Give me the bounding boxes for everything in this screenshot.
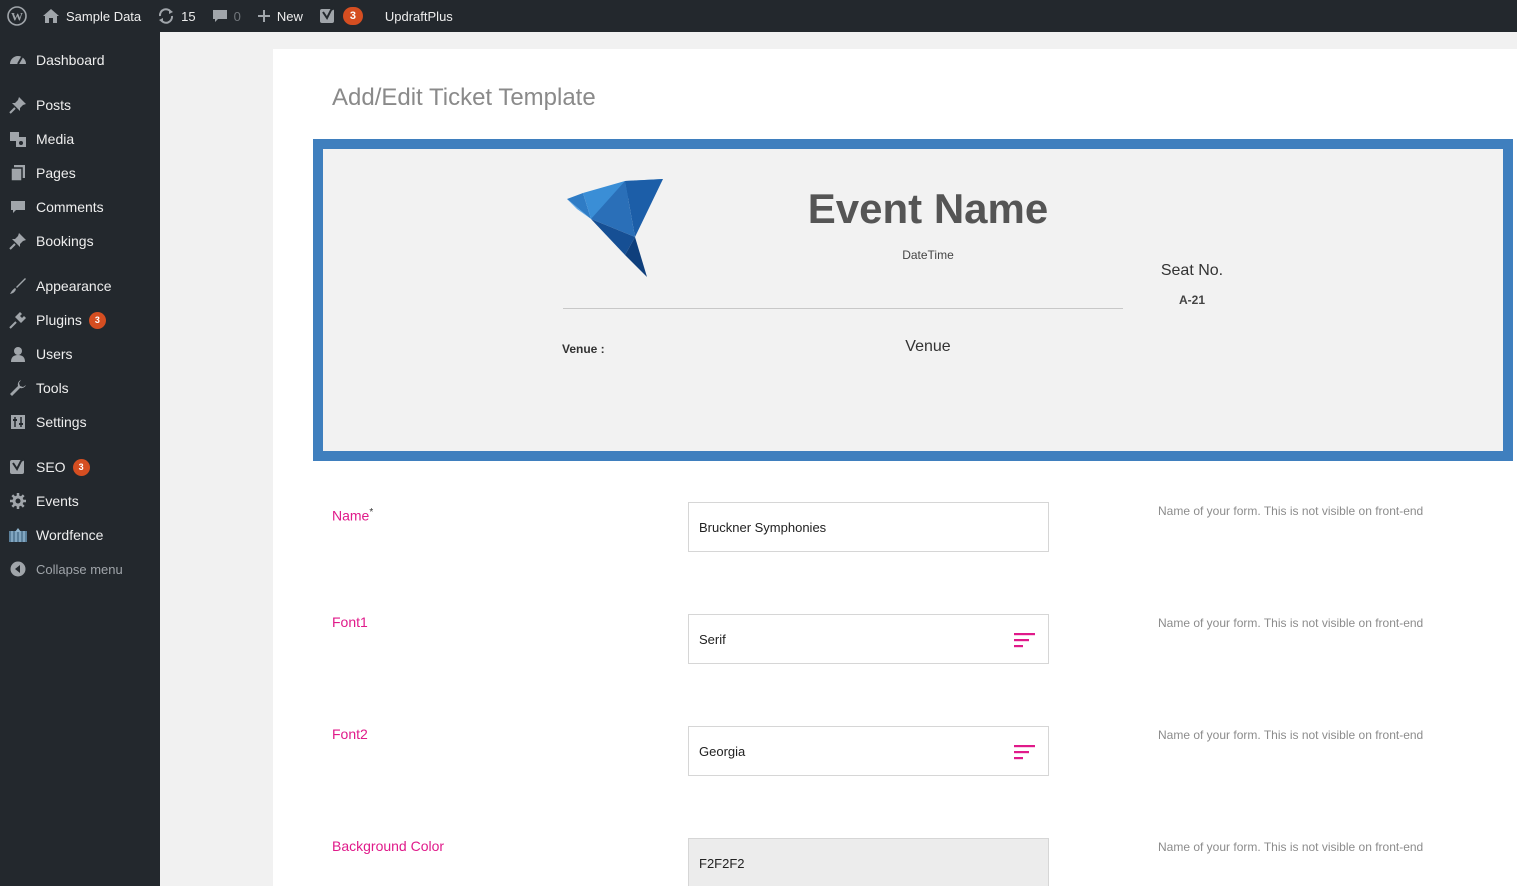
media-icon: [0, 130, 36, 148]
ticket-preview: Event Name DateTime Venue : Venue Seat N…: [313, 139, 1513, 461]
bg-color-help-text: Name of your form. This is not visible o…: [1158, 840, 1424, 854]
wordfence-icon: [0, 528, 36, 542]
new-content-link[interactable]: New: [249, 0, 311, 32]
page-title: Add/Edit Ticket Template: [332, 84, 596, 111]
pin-icon: [0, 96, 36, 114]
sidebar-item-label: Wordfence: [36, 527, 104, 543]
sidebar-item-dashboard[interactable]: Dashboard: [0, 43, 160, 77]
plugins-update-badge: 3: [88, 311, 106, 329]
sidebar-item-seo[interactable]: SEO 3: [0, 450, 160, 484]
name-input[interactable]: [688, 502, 1049, 552]
sidebar-item-label: Media: [36, 131, 75, 147]
comments-link[interactable]: 0: [204, 0, 249, 32]
name-field-label: Name*: [332, 507, 373, 524]
seo-menu-link[interactable]: 3: [311, 0, 371, 32]
sidebar-item-plugins[interactable]: Plugins 3: [0, 303, 160, 337]
ticket-event-name: Event Name: [807, 185, 1049, 232]
wordpress-logo-icon[interactable]: W: [0, 0, 34, 32]
origami-bird-logo: [565, 179, 665, 279]
gear-icon: [0, 492, 36, 510]
sidebar-item-users[interactable]: Users: [0, 337, 160, 371]
ticket-divider: [563, 308, 1123, 309]
ticket-seat-label: Seat No.: [1160, 262, 1224, 279]
brush-icon: [0, 277, 36, 295]
sidebar-item-label: Settings: [36, 414, 87, 430]
ticket-datetime: DateTime: [902, 248, 954, 262]
comment-icon: [212, 8, 228, 24]
comment-icon: [0, 199, 36, 215]
sidebar-item-label: SEO: [36, 459, 66, 475]
updates-icon: [157, 7, 175, 25]
collapse-menu-button[interactable]: Collapse menu: [0, 552, 160, 586]
sidebar-item-label: Pages: [36, 165, 76, 181]
font1-help-text: Name of your form. This is not visible o…: [1158, 616, 1424, 630]
svg-text:W: W: [11, 10, 23, 24]
name-label-text: Name: [332, 507, 370, 524]
font2-select[interactable]: Georgia: [688, 726, 1049, 776]
settings-icon: [0, 414, 36, 430]
name-help-text: Name of your form. This is not visible o…: [1158, 504, 1424, 518]
sidebar-item-label: Appearance: [36, 278, 112, 294]
sidebar-item-label: Collapse menu: [36, 561, 123, 577]
comments-count: 0: [233, 8, 241, 24]
admin-sidebar: Dashboard Posts Media Pages Comments Boo…: [0, 32, 160, 886]
admin-bar: W Sample Data 15 0 New 3 UpdraftPlus: [0, 0, 1517, 32]
yoast-icon: [319, 7, 337, 25]
updraftplus-label: UpdraftPlus: [384, 8, 453, 24]
font1-select[interactable]: Serif: [688, 614, 1049, 664]
updraftplus-link[interactable]: UpdraftPlus: [377, 0, 461, 32]
pin-icon: [0, 232, 36, 250]
bg-color-field-label: Background Color: [332, 838, 445, 854]
font2-field-label: Font2: [332, 726, 368, 742]
sidebar-item-media[interactable]: Media: [0, 122, 160, 156]
sidebar-item-label: Posts: [36, 97, 72, 113]
ticket-seat-value: A-21: [1178, 293, 1205, 307]
sidebar-item-posts[interactable]: Posts: [0, 88, 160, 122]
site-name-link[interactable]: Sample Data: [34, 0, 149, 32]
wrench-icon: [0, 379, 36, 397]
pages-icon: [0, 164, 36, 182]
sidebar-item-label: Events: [36, 493, 79, 509]
sidebar-item-comments[interactable]: Comments: [0, 190, 160, 224]
seo-update-badge: 3: [72, 458, 90, 476]
sidebar-item-label: Tools: [36, 380, 69, 396]
updates-count: 15: [181, 8, 196, 24]
plugin-icon: [0, 311, 36, 329]
sidebar-item-label: Plugins: [36, 312, 82, 328]
site-name: Sample Data: [66, 8, 142, 24]
font1-selected-value: Serif: [699, 631, 726, 647]
font1-field-label: Font1: [332, 614, 368, 630]
plus-icon: [257, 9, 271, 23]
ticket-venue-value: Venue: [905, 338, 951, 355]
sidebar-item-label: Comments: [36, 199, 104, 215]
bg-color-input[interactable]: [688, 838, 1049, 886]
home-icon: [42, 8, 60, 24]
sort-lines-icon: [1014, 631, 1036, 649]
seo-badge: 3: [342, 7, 363, 25]
new-label: New: [276, 8, 303, 24]
user-icon: [0, 346, 36, 362]
sidebar-item-tools[interactable]: Tools: [0, 371, 160, 405]
font2-selected-value: Georgia: [699, 743, 746, 759]
sidebar-item-bookings[interactable]: Bookings: [0, 224, 160, 258]
ticket-venue-label: Venue :: [562, 342, 605, 356]
sidebar-item-label: Bookings: [36, 233, 94, 249]
collapse-icon: [0, 561, 36, 577]
dashboard-icon: [0, 51, 36, 69]
yoast-icon: [0, 458, 36, 476]
sort-lines-icon: [1014, 743, 1036, 761]
updates-link[interactable]: 15: [149, 0, 203, 32]
font2-help-text: Name of your form. This is not visible o…: [1158, 728, 1424, 742]
sidebar-item-events[interactable]: Events: [0, 484, 160, 518]
sidebar-item-label: Users: [36, 346, 73, 362]
sidebar-item-wordfence[interactable]: Wordfence: [0, 518, 160, 552]
sidebar-item-label: Dashboard: [36, 52, 105, 68]
sidebar-item-settings[interactable]: Settings: [0, 405, 160, 439]
sidebar-item-pages[interactable]: Pages: [0, 156, 160, 190]
required-mark: *: [369, 507, 374, 518]
sidebar-item-appearance[interactable]: Appearance: [0, 269, 160, 303]
